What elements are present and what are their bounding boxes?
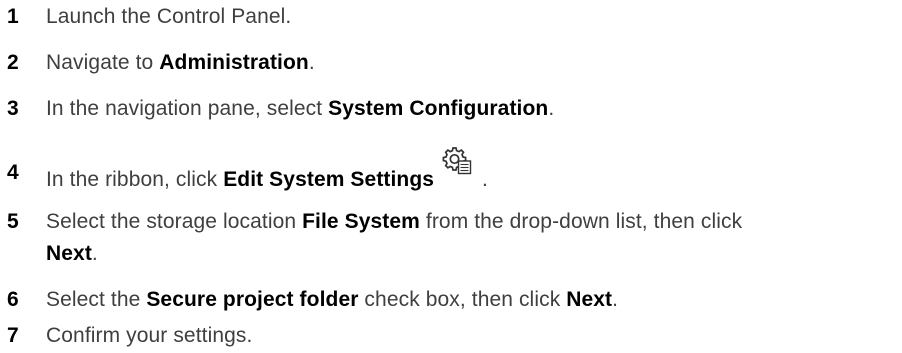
step-text-segment: .: [91, 242, 98, 265]
step-number: 7: [7, 324, 19, 347]
step-number: 2: [7, 51, 19, 74]
step-text: Launch the Control Panel.: [46, 3, 896, 31]
ui-term-next: Next: [566, 288, 613, 311]
step-text-segment: Confirm your settings.: [46, 324, 253, 347]
ui-term-administration: Administration: [159, 51, 309, 74]
step-text-segment: Launch the Control Panel.: [46, 5, 292, 28]
step-number: 1: [7, 5, 19, 28]
step-text: Next.: [46, 240, 896, 268]
step-number: 4: [7, 161, 19, 184]
ui-term-secure-project-folder: Secure project folder: [146, 288, 359, 311]
step-text: Navigate to Administration.: [46, 49, 896, 77]
step-number: 6: [7, 288, 19, 311]
step-text-segment: .: [476, 168, 488, 191]
step-text-segment: .: [612, 288, 619, 311]
step-text-segment: .: [308, 51, 315, 74]
step-text: Select the Secure project folder check b…: [46, 286, 896, 314]
step-text-segment: .: [548, 97, 555, 120]
step-text-segment: check box, then click: [358, 288, 567, 311]
instruction-steps: 1 Launch the Control Panel. 2 Navigate t…: [0, 0, 902, 353]
ui-term-system-configuration: System Configuration: [328, 97, 549, 120]
step-number: 5: [7, 210, 19, 233]
gear-document-icon: [442, 145, 474, 175]
ui-term-file-system: File System: [302, 210, 420, 233]
ui-term-edit-system-settings: Edit System Settings: [223, 168, 435, 191]
step-text: In the ribbon, click Edit System Setting…: [46, 147, 896, 194]
step-text: Confirm your settings.: [46, 322, 896, 350]
step-text: In the navigation pane, select System Co…: [46, 95, 896, 123]
step-text-segment: Navigate to: [46, 51, 160, 74]
step-text-segment: In the ribbon, click: [46, 168, 224, 191]
step-text-segment: Select the storage location: [46, 210, 303, 233]
step-text: Select the storage location File System …: [46, 208, 896, 236]
step-text-segment: In the navigation pane, select: [46, 97, 329, 120]
step-number: 3: [7, 97, 19, 120]
step-text-segment: from the drop-down list, then click: [419, 210, 743, 233]
step-text-segment: Select the: [46, 288, 147, 311]
ui-term-next: Next: [46, 242, 92, 265]
